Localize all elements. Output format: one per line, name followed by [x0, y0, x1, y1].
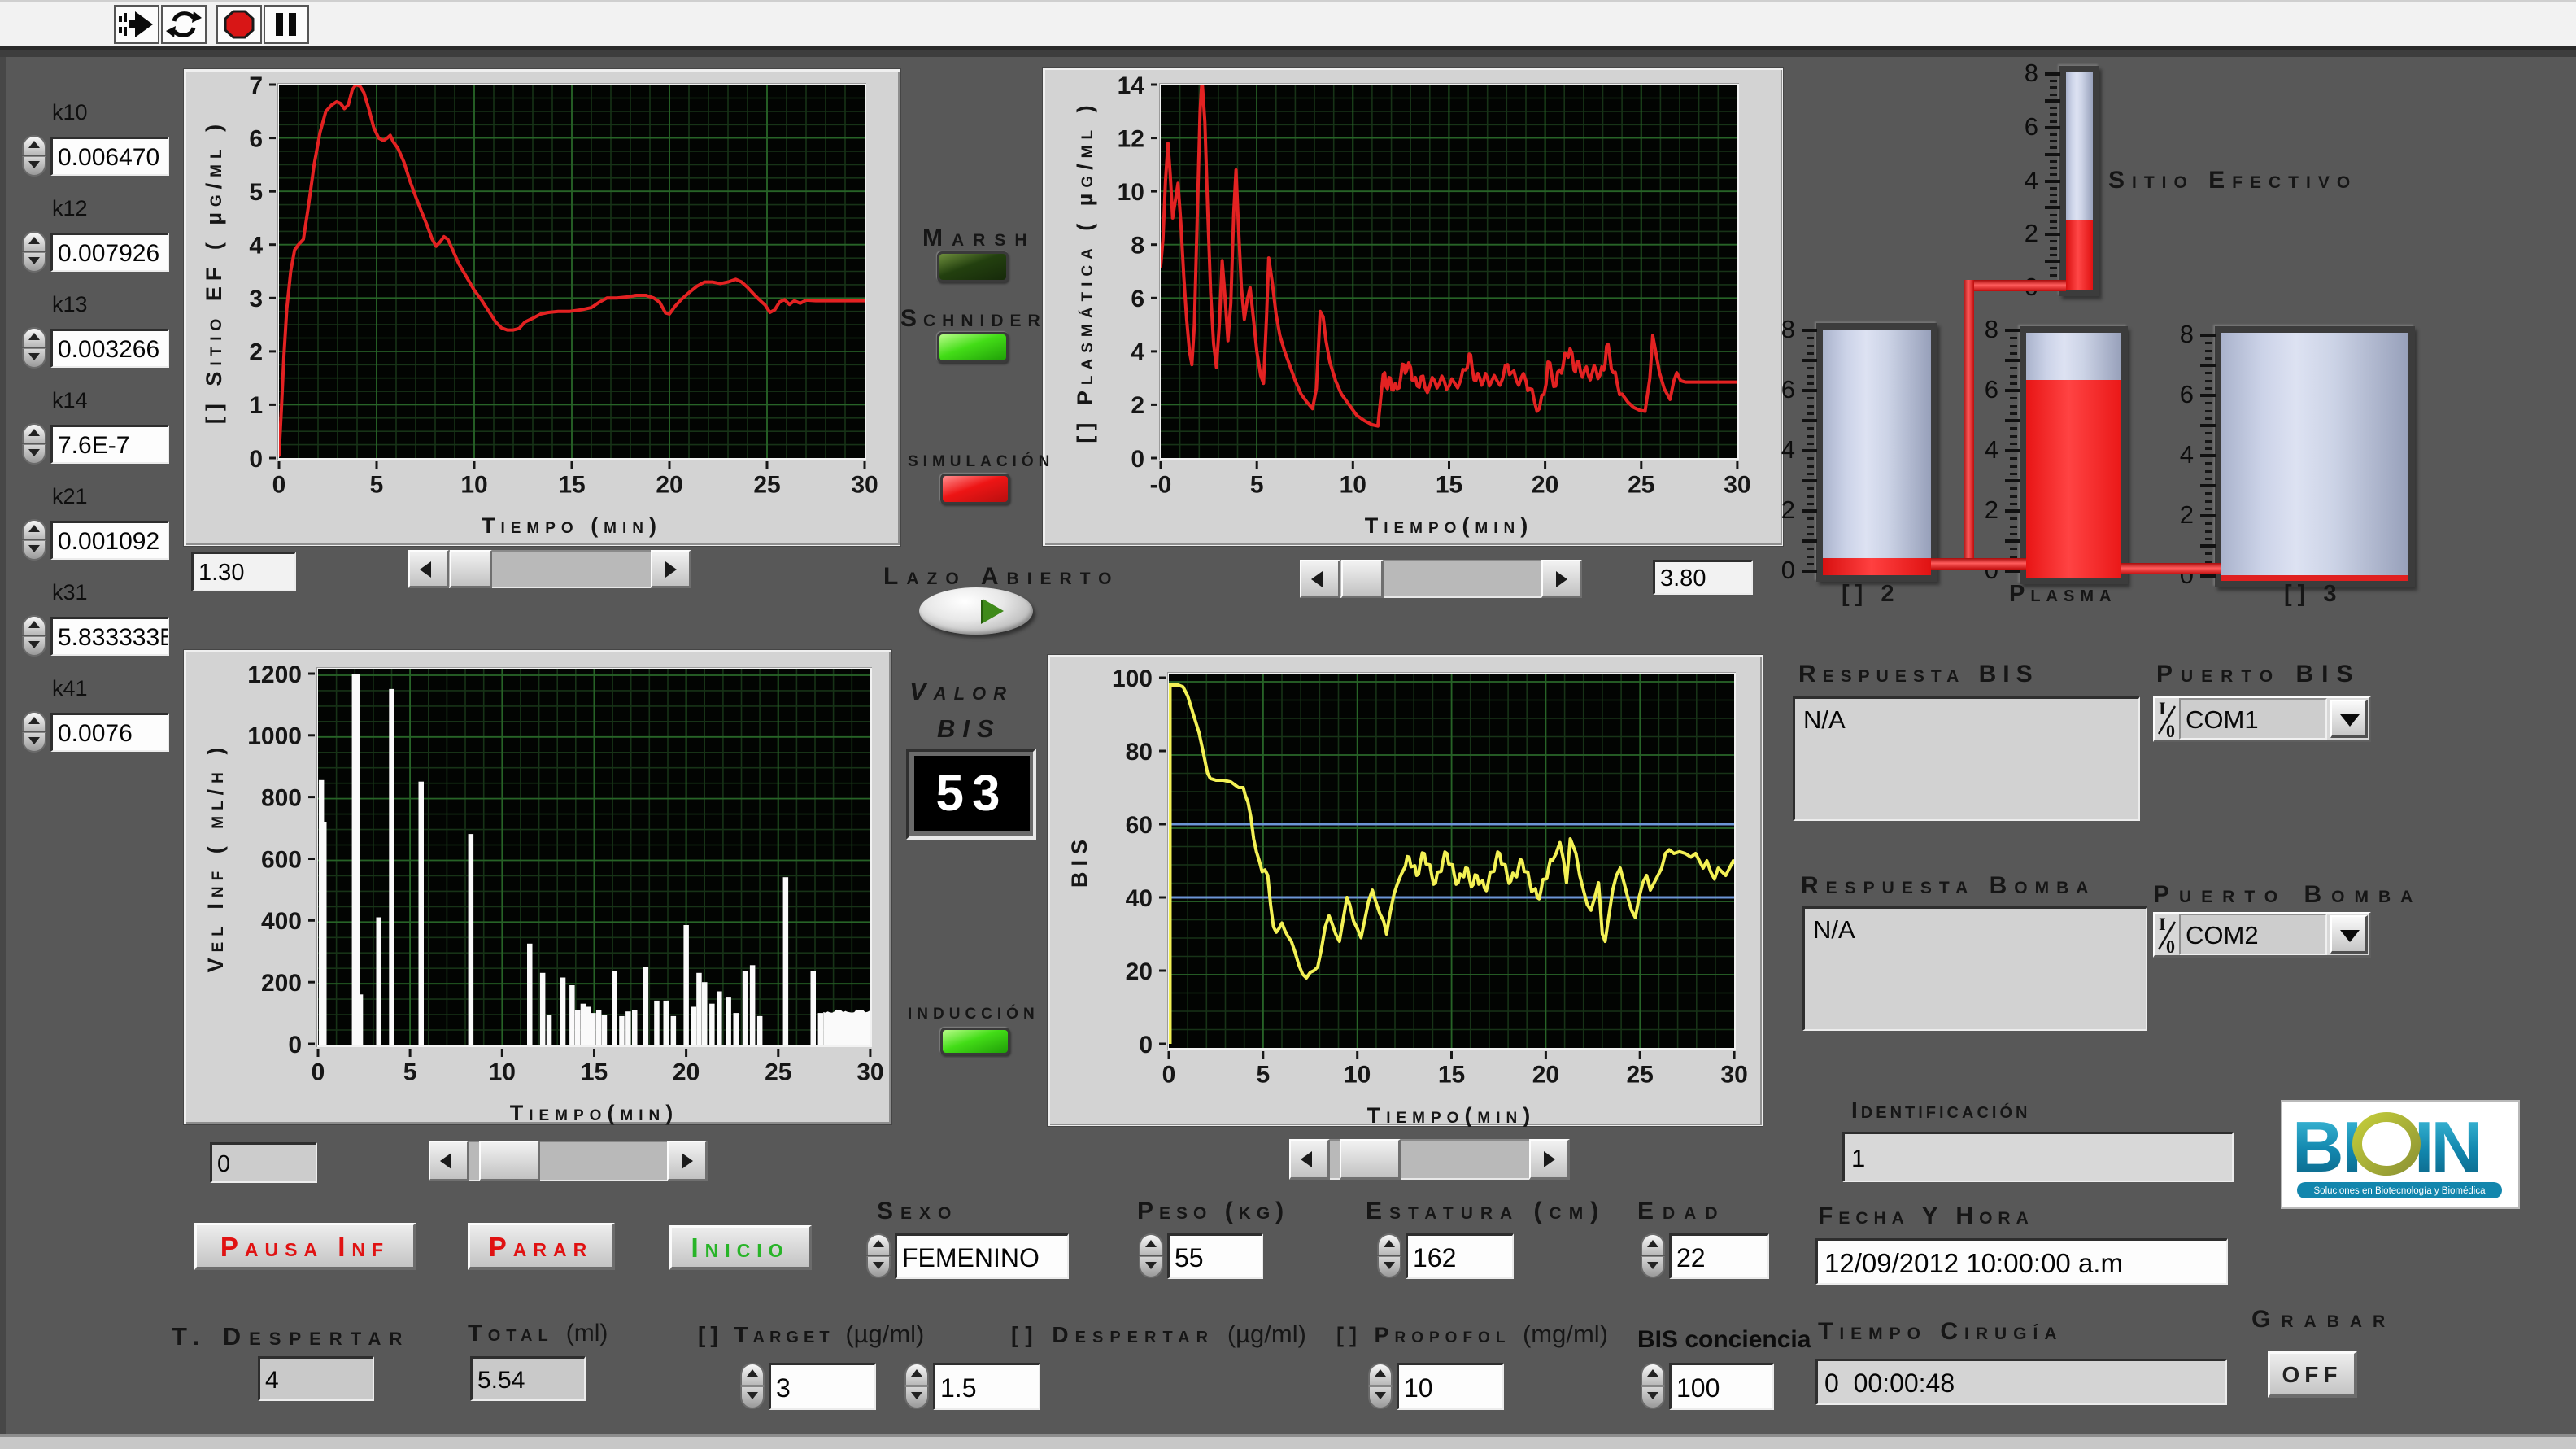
- svg-text:15: 15: [1438, 1062, 1465, 1089]
- svg-text:0: 0: [2166, 721, 2175, 739]
- svg-text:3: 3: [249, 286, 263, 312]
- svg-text:1200: 1200: [247, 661, 302, 688]
- svg-text:IN: IN: [2414, 1106, 2479, 1187]
- svg-text:15: 15: [558, 472, 585, 499]
- svg-text:BIS: BIS: [1067, 834, 1092, 888]
- svg-text:5: 5: [249, 179, 263, 206]
- svg-text:30: 30: [856, 1059, 883, 1086]
- svg-text:4: 4: [1131, 339, 1144, 366]
- svg-text:10: 10: [489, 1059, 516, 1086]
- svg-text:40: 40: [1126, 885, 1153, 912]
- svg-text:2: 2: [1131, 392, 1144, 419]
- svg-text:[] Plasmática ( µg/ml ): [] Plasmática ( µg/ml ): [1073, 99, 1097, 443]
- svg-text:2: 2: [249, 339, 263, 366]
- svg-text:10: 10: [1118, 179, 1144, 206]
- svg-text:12: 12: [1118, 125, 1144, 152]
- svg-text:15: 15: [581, 1059, 608, 1086]
- svg-text:[] Sitio EF ( µg/ml ): [] Sitio EF ( µg/ml ): [202, 119, 226, 424]
- svg-text:800: 800: [261, 784, 302, 811]
- svg-text:0: 0: [1131, 446, 1144, 473]
- svg-text:I: I: [2159, 700, 2166, 718]
- svg-text:I: I: [2159, 915, 2166, 934]
- svg-text:0: 0: [2166, 936, 2175, 954]
- svg-text:8: 8: [1131, 233, 1144, 260]
- svg-text:400: 400: [261, 908, 302, 935]
- svg-text:0: 0: [1162, 1062, 1176, 1089]
- svg-text:0: 0: [288, 1032, 302, 1058]
- svg-text:5: 5: [370, 472, 384, 499]
- svg-text:0: 0: [272, 472, 286, 499]
- svg-text:1000: 1000: [247, 723, 302, 750]
- svg-text:Tiempo(min): Tiempo(min): [510, 1101, 679, 1125]
- svg-text:0: 0: [312, 1059, 325, 1086]
- svg-text:20: 20: [1532, 1062, 1559, 1089]
- svg-text:0: 0: [1139, 1032, 1153, 1058]
- svg-text:Tiempo (min): Tiempo (min): [482, 513, 662, 538]
- svg-text:10: 10: [1344, 1062, 1371, 1089]
- svg-text:30: 30: [851, 472, 878, 499]
- svg-text:Tiempo(min): Tiempo(min): [1365, 513, 1534, 538]
- svg-text:600: 600: [261, 846, 302, 873]
- svg-text:10: 10: [1340, 472, 1366, 499]
- svg-text:5: 5: [403, 1059, 417, 1086]
- svg-text:25: 25: [765, 1059, 791, 1086]
- svg-text:4: 4: [249, 233, 263, 260]
- svg-text:25: 25: [1627, 1062, 1654, 1089]
- svg-text:7: 7: [249, 72, 263, 99]
- svg-text:100: 100: [1112, 666, 1153, 692]
- svg-text:10: 10: [460, 472, 487, 499]
- svg-text:0: 0: [249, 446, 263, 473]
- svg-text:60: 60: [1126, 812, 1153, 839]
- svg-text:15: 15: [1436, 472, 1462, 499]
- svg-text:14: 14: [1118, 72, 1145, 99]
- svg-text:-0: -0: [1150, 472, 1172, 499]
- svg-text:Tiempo(min): Tiempo(min): [1367, 1103, 1536, 1127]
- svg-text:25: 25: [1628, 472, 1654, 499]
- svg-text:25: 25: [753, 472, 780, 499]
- svg-text:6: 6: [249, 125, 263, 152]
- svg-text:6: 6: [1131, 286, 1144, 312]
- svg-text:Vel Inf ( ml/h ): Vel Inf ( ml/h ): [203, 742, 228, 973]
- svg-text:30: 30: [1720, 1062, 1747, 1089]
- svg-text:20: 20: [673, 1059, 700, 1086]
- svg-text:5: 5: [1250, 472, 1264, 499]
- svg-text:Soluciones en Biotecnología y: Soluciones en Biotecnología y Biomédica: [2314, 1186, 2487, 1196]
- svg-text:5: 5: [1256, 1062, 1270, 1089]
- svg-text:20: 20: [1126, 958, 1153, 985]
- svg-text:200: 200: [261, 970, 302, 997]
- svg-text:20: 20: [656, 472, 682, 499]
- svg-text:80: 80: [1126, 739, 1153, 766]
- svg-text:20: 20: [1532, 472, 1558, 499]
- svg-text:BI: BI: [2292, 1106, 2360, 1187]
- svg-text:30: 30: [1724, 472, 1750, 499]
- svg-text:1: 1: [249, 392, 263, 419]
